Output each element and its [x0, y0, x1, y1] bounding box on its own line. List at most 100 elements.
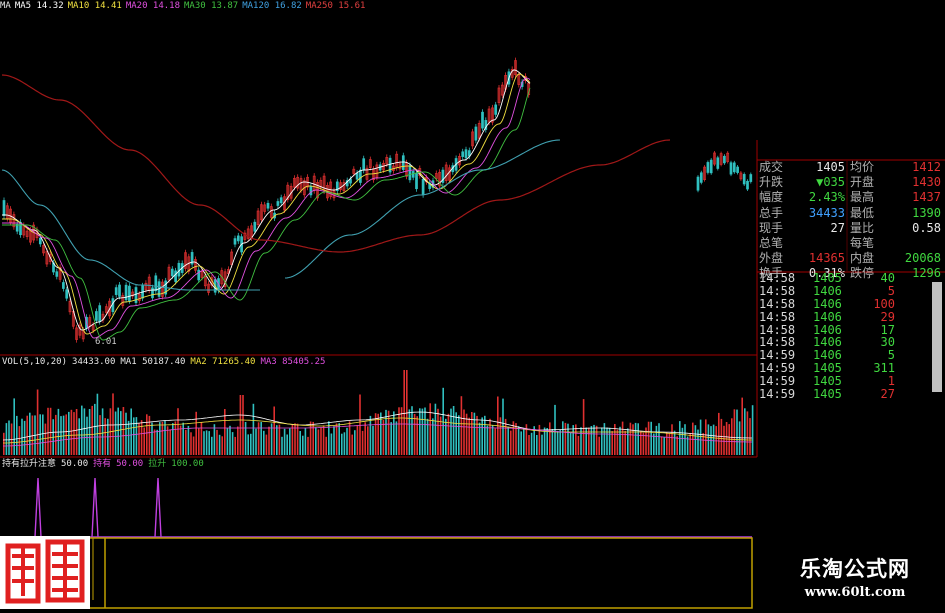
volume-bar	[16, 415, 18, 455]
volume-bar	[62, 415, 65, 455]
volume-bar	[70, 409, 73, 455]
volume-bar	[616, 429, 619, 455]
volume-bar	[346, 427, 348, 455]
quote-row: 现手 27 量比 0.58	[757, 221, 945, 236]
quote-label: 现手	[759, 220, 784, 235]
volume-bar	[640, 431, 642, 455]
volume-bar	[460, 396, 463, 455]
volume-bar	[278, 424, 281, 455]
quote-label: 成交	[759, 160, 784, 174]
volume-bar	[36, 389, 39, 455]
volume-bar	[738, 421, 741, 455]
volume-bar	[187, 425, 190, 455]
candle-body	[723, 155, 726, 164]
volume-bar	[315, 427, 317, 455]
volume-bar	[450, 408, 452, 455]
volume-bar	[239, 395, 242, 455]
volume-bar	[361, 430, 364, 455]
volume-bar	[330, 433, 333, 455]
volume-bar	[83, 408, 86, 455]
volume-bar	[650, 421, 652, 455]
volume-bar	[437, 408, 439, 455]
candle-body	[355, 172, 359, 180]
volume-bar	[712, 424, 715, 455]
volume-bar	[130, 408, 132, 455]
volume-bar	[476, 415, 478, 455]
volume-bar	[424, 407, 426, 455]
volume-bar	[213, 424, 216, 455]
quote-row: 成交 1405 均价 1412	[757, 160, 945, 175]
volume-bar	[257, 422, 260, 455]
volume-bar	[3, 432, 5, 455]
volume-bar	[55, 414, 57, 455]
candle-body	[233, 238, 237, 245]
ma-legend-item: MA10 14.41	[67, 1, 122, 11]
candle-body	[732, 162, 736, 173]
volume-bar	[81, 405, 83, 455]
volume-bar	[741, 397, 743, 455]
quote-label: 内盘	[850, 251, 875, 266]
candle-body	[362, 158, 366, 171]
volume-bar	[60, 416, 62, 455]
ma120-line-a	[1, 169, 260, 291]
volume-bar	[75, 409, 78, 455]
volume-bar	[408, 409, 411, 455]
ma-legend-item: MA5 14.32	[14, 1, 64, 11]
volume-bar	[382, 420, 385, 455]
volume-bar	[96, 393, 99, 455]
candle-body	[309, 186, 313, 196]
volume-bar	[122, 407, 125, 455]
quote-value: 1412	[912, 160, 941, 174]
volume-bar	[541, 434, 543, 455]
volume-bar	[351, 434, 353, 455]
quote-value: 0.58	[912, 220, 941, 235]
volume-bar	[536, 435, 538, 455]
volume-bar	[681, 427, 684, 455]
candle-body	[253, 221, 257, 232]
volume-bar	[182, 422, 184, 455]
volume-bar	[520, 431, 522, 455]
volume-bar	[268, 426, 270, 455]
volume-bar	[68, 411, 70, 455]
volume-bar	[390, 422, 392, 455]
tick-row: 14:58 1406 29	[757, 310, 945, 324]
volume-bar	[494, 428, 496, 455]
volume-bar	[174, 421, 177, 455]
brand-watermark: 乐淘公式网 www.60lt.com	[765, 553, 945, 600]
candle-body	[481, 111, 484, 129]
volume-bar	[244, 422, 247, 455]
tick-time: 14:59	[759, 387, 796, 402]
volume-bar	[23, 420, 26, 455]
volume-bar	[491, 425, 494, 455]
quote-value: 27	[830, 220, 845, 235]
volume-bar	[564, 422, 567, 455]
volume-bar	[265, 434, 268, 455]
volume-bar	[343, 432, 346, 455]
quote-value: 14365	[808, 251, 845, 266]
volume-bar	[663, 437, 665, 455]
candle-body	[170, 268, 174, 277]
volume-bar	[720, 418, 723, 455]
volume-bar	[169, 429, 171, 455]
volume-bar	[13, 398, 15, 455]
volume-bar	[172, 423, 174, 455]
volume-bar	[673, 430, 676, 455]
volume-bar	[242, 395, 244, 455]
volume-bar	[153, 429, 156, 455]
volume-bar	[140, 420, 143, 455]
tick-time: 14:58	[759, 271, 796, 285]
volume-bar	[736, 409, 738, 455]
volume-bar	[689, 432, 691, 455]
volume-bar	[666, 432, 668, 455]
volume-bar	[655, 425, 658, 455]
volume-bar	[299, 431, 301, 455]
volume-bar	[356, 425, 359, 455]
candle-body	[709, 159, 713, 174]
volume-bar	[205, 430, 208, 455]
volume-bar	[94, 403, 96, 455]
volume-bar	[359, 394, 361, 455]
volume-bar	[276, 425, 278, 455]
volume-bar	[78, 418, 80, 455]
tick-price: 1406	[813, 296, 842, 311]
candle-body	[65, 289, 69, 299]
